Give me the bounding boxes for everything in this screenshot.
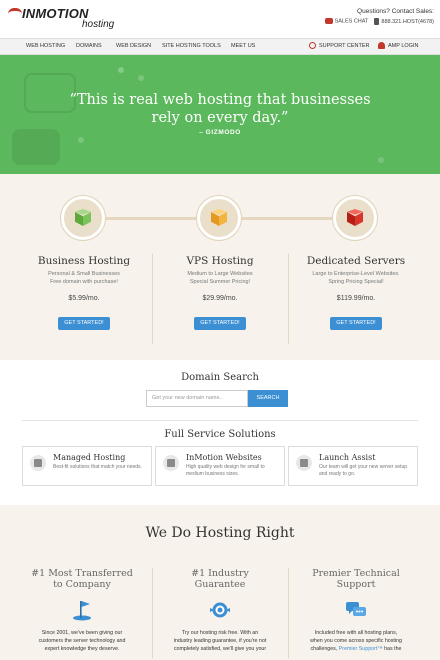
user-icon — [378, 42, 385, 49]
contact-title: Questions? Contact Sales: — [357, 8, 434, 15]
nav-domains[interactable]: DOMAINS — [76, 43, 102, 49]
support-label: SUPPORT CENTER — [319, 42, 370, 49]
feature-title: Premier Technical Support — [312, 568, 400, 590]
card-description: High quality web design for small to med… — [186, 464, 265, 477]
phone-link[interactable]: 888.321.HOST(4678) — [374, 18, 434, 25]
nav-meet-us[interactable]: MEET US — [231, 43, 255, 49]
feature-title: #1 Most Transferred to Company — [31, 568, 133, 590]
phone-icon — [374, 18, 380, 25]
sales-chat-label: SALES CHAT — [334, 18, 369, 25]
business-hosting-icon — [61, 196, 105, 240]
domain-section: Domain Search Get your new domain name..… — [0, 360, 440, 505]
nav-amp-login[interactable]: AMP LOGIN — [378, 42, 418, 49]
quote-source: – GIZMODO — [199, 129, 241, 136]
phone-number: 888.321.HOST(4678) — [381, 18, 434, 25]
login-label: AMP LOGIN — [388, 42, 419, 49]
hosting-plans: Business Hosting Personal & Small Busine… — [0, 174, 440, 360]
card-description: Our team will get your new server setup … — [319, 464, 408, 477]
plan-description: Medium to Large Websites Special Summer P… — [187, 271, 253, 285]
plan-price: $5.99/mo. — [68, 295, 100, 302]
plan-description: Large to Enterprise-Level Websites. Sprin… — [312, 271, 400, 285]
lifebuoy-icon — [309, 42, 316, 49]
domain-search-title: Domain Search — [181, 372, 259, 383]
dedicated-servers-icon — [333, 196, 377, 240]
logo-swoosh-icon — [8, 8, 22, 14]
card-title: Managed Hosting — [53, 453, 126, 462]
main-nav: WEB HOSTING DOMAINS WEB DESIGN SITE HOST… — [0, 38, 440, 55]
card-title: Launch Assist — [319, 453, 376, 462]
logo-subtext: hosting — [82, 19, 115, 30]
chat-bubbles-icon — [346, 602, 366, 616]
hosting-right-section: We Do Hosting Right #1 Most Transferred t… — [0, 505, 440, 660]
card-title: InMotion Websites — [186, 453, 262, 462]
feature-text: Since 2001, we've been giving our custome… — [38, 630, 126, 652]
site-header: INMOTION hosting Questions? Contact Sale… — [0, 0, 440, 38]
card-description: Best-fit solutions that match your needs… — [53, 464, 142, 470]
flag-icon — [73, 601, 91, 621]
domain-search-input[interactable]: Get your new domain name.. — [146, 390, 248, 407]
hero-banner: “This is real web hosting that businesse… — [0, 55, 440, 174]
divider — [22, 420, 418, 421]
premier-support-link[interactable]: Premier Support™ — [339, 646, 383, 652]
nav-web-hosting[interactable]: WEB HOSTING — [26, 43, 65, 49]
logo-wordmark: INMOTION — [22, 6, 89, 21]
feature-text: Try our hosting risk free. With an indust… — [173, 630, 267, 652]
plan-price: $119.99/mo. — [336, 295, 376, 302]
get-started-button-vps[interactable]: GET STARTED! — [194, 317, 246, 330]
launch-assist-icon — [296, 455, 312, 471]
contact-line: SALES CHAT 888.321.HOST(4678) — [324, 18, 434, 25]
managed-hosting-icon — [30, 455, 46, 471]
plan-description: Personal & Small Businesses Free domain w… — [48, 271, 120, 285]
guarantee-badge-icon — [210, 602, 230, 618]
managed-hosting-card[interactable]: Managed Hosting Best-fit solutions that … — [22, 446, 152, 486]
nav-support-center[interactable]: SUPPORT CENTER — [309, 42, 370, 49]
plan-title: Business Hosting — [37, 255, 131, 267]
domain-search-button[interactable]: SEARCH — [248, 390, 288, 407]
sales-chat-link[interactable]: SALES CHAT — [324, 18, 369, 25]
plan-title: VPS Hosting — [186, 255, 254, 267]
websites-icon — [163, 455, 179, 471]
nav-web-design[interactable]: WEB DESIGN — [116, 43, 151, 49]
full-service-title: Full Service Solutions — [164, 429, 276, 440]
vps-hosting-icon — [197, 196, 241, 240]
plan-title: Dedicated Servers — [306, 255, 406, 267]
decorative-dots — [118, 67, 124, 73]
nav-site-hosting-tools[interactable]: SITE HOSTING TOOLS — [162, 43, 221, 49]
inmotion-logo[interactable]: INMOTION hosting — [8, 6, 118, 32]
inmotion-websites-card[interactable]: InMotion Websites High quality web desig… — [155, 446, 285, 486]
hero-quote: “This is real web hosting that businesse… — [69, 92, 371, 126]
chat-icon — [324, 18, 333, 25]
get-started-button-dedicated[interactable]: GET STARTED! — [330, 317, 382, 330]
get-started-button-business[interactable]: GET STARTED! — [58, 317, 110, 330]
section-title: We Do Hosting Right — [145, 525, 295, 541]
feature-text: Included free with all hosting plans, whe… — [310, 630, 402, 652]
plan-price: $29.99/mo. — [202, 295, 238, 302]
launch-assist-card[interactable]: Launch Assist Our team will get your new… — [288, 446, 418, 486]
feature-title: #1 Industry Guarantee — [191, 568, 249, 590]
